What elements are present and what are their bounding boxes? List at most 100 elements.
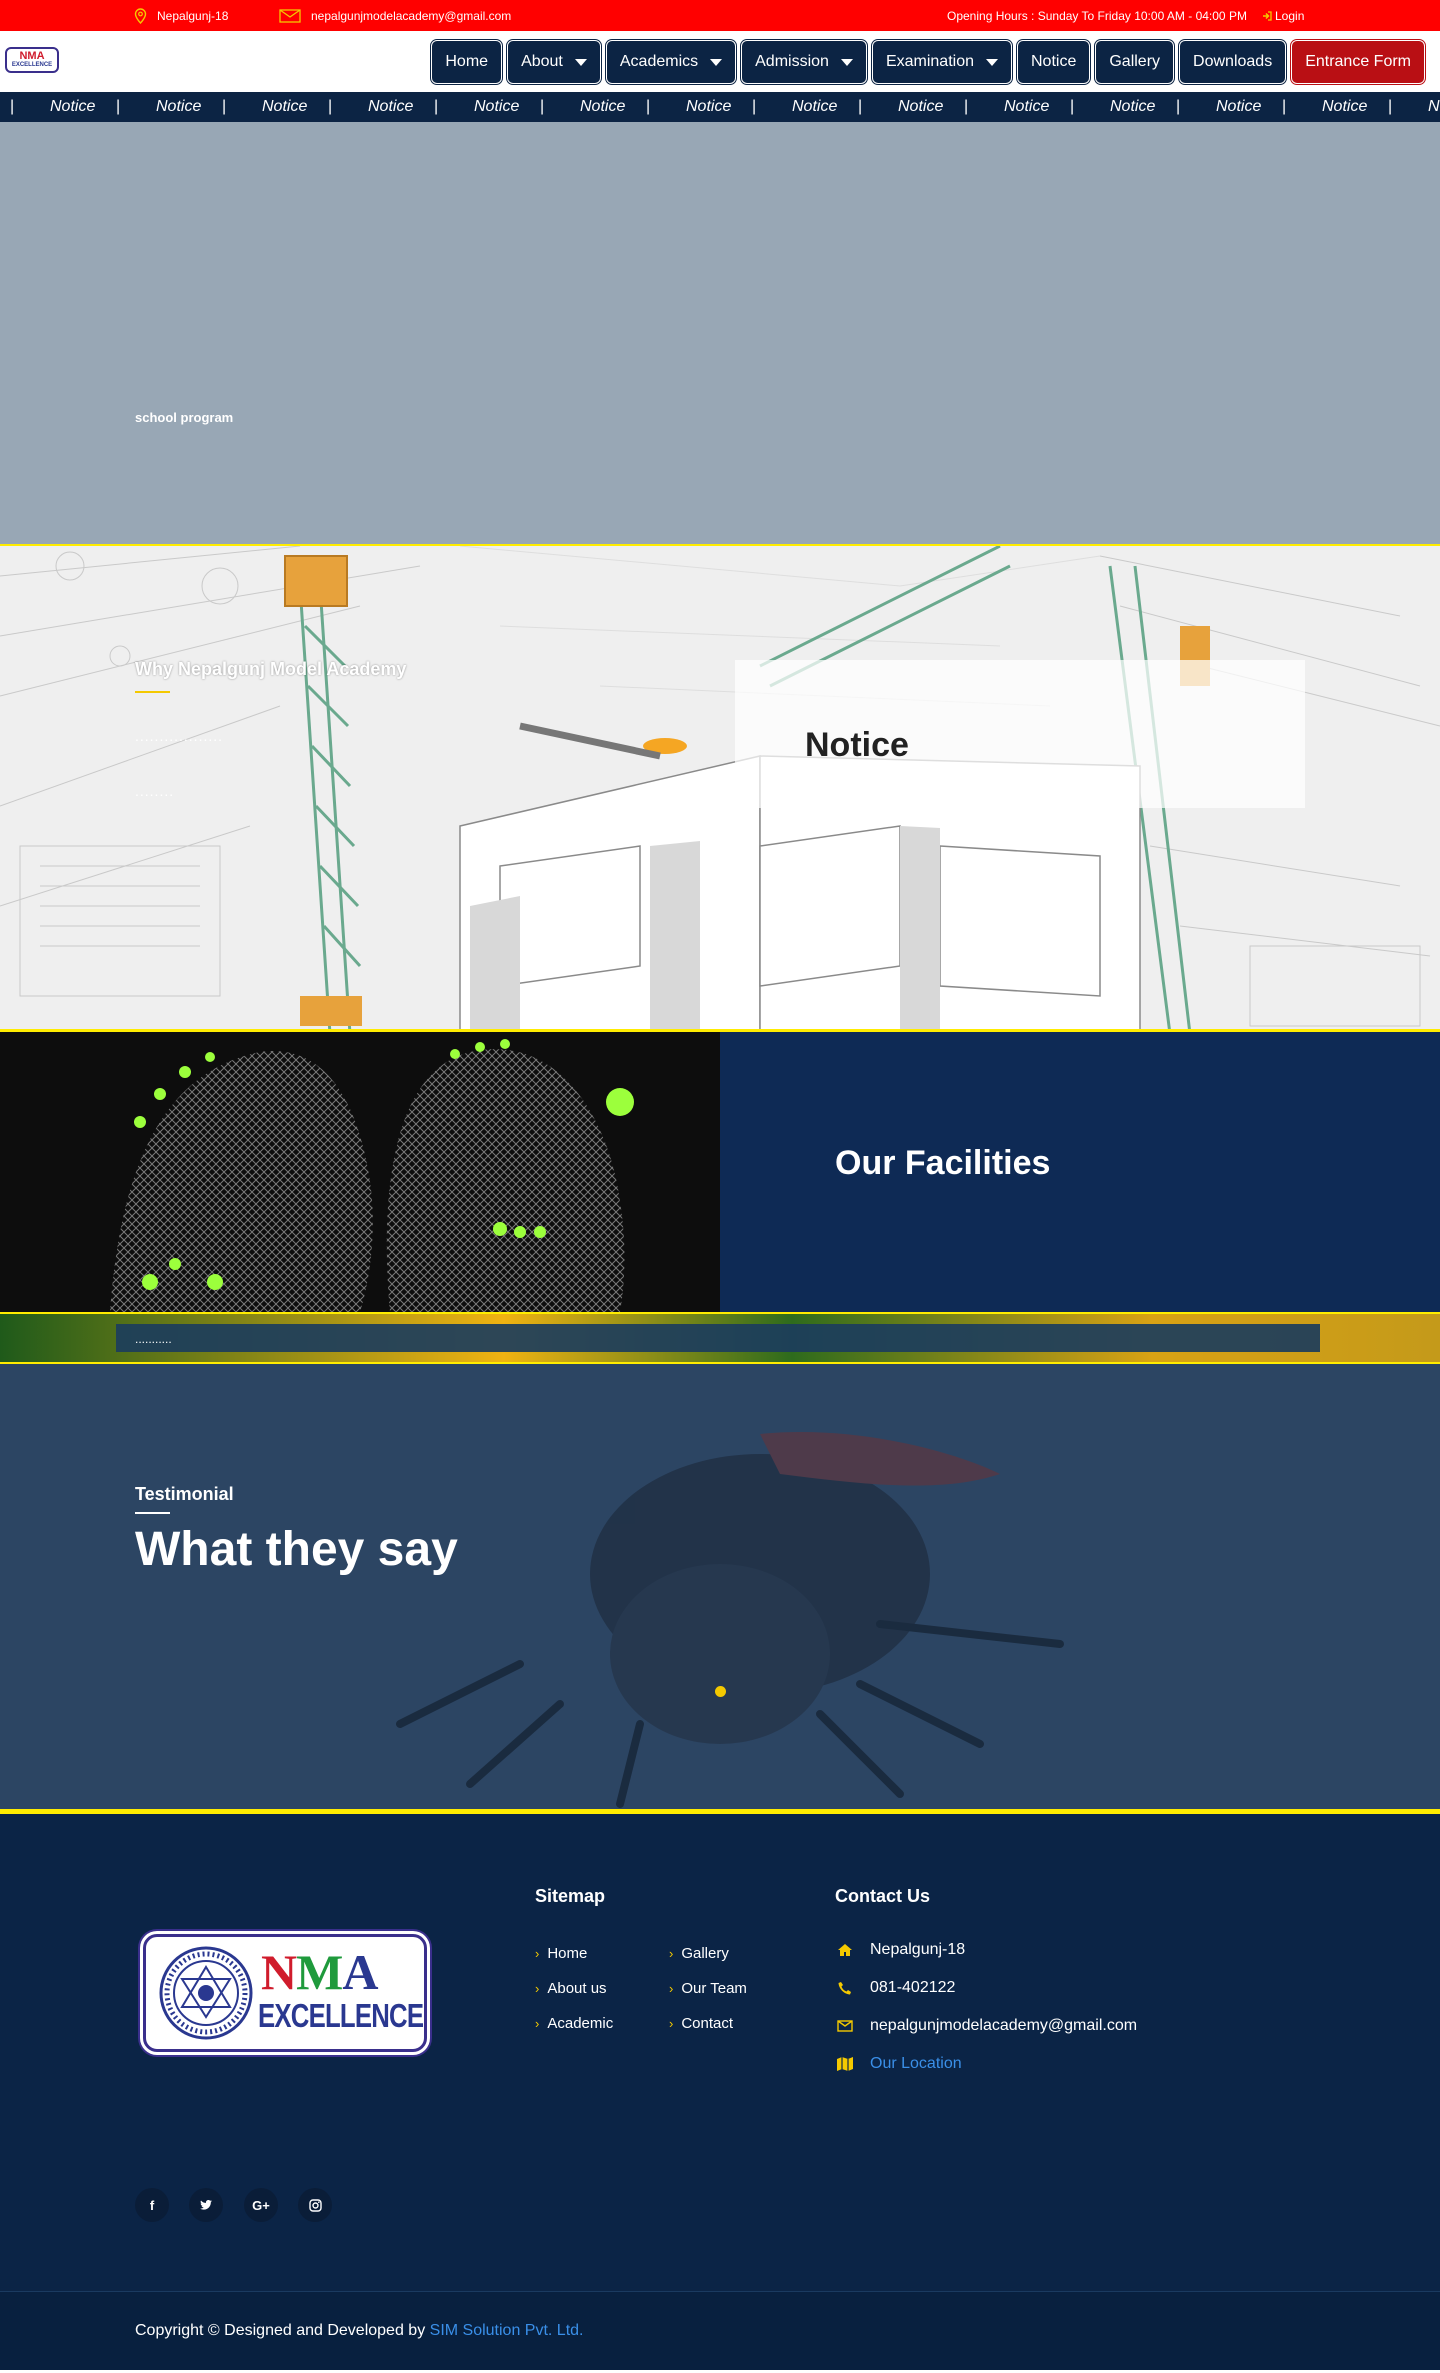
marquee-item[interactable]: | Notice (646, 98, 752, 116)
marquee-separator: | (434, 98, 439, 115)
facilities-image (0, 1032, 720, 1312)
logo-letter: M (296, 1944, 343, 2000)
contact-phone-text: 081-402122 (870, 1979, 956, 1996)
marquee-separator: | (752, 98, 757, 115)
facebook-icon[interactable]: f (135, 2188, 169, 2222)
marquee-item-label: Notice (792, 98, 838, 115)
our-location-link: Our Location (870, 2055, 962, 2072)
nav-downloads[interactable]: Downloads (1179, 40, 1287, 84)
notice-panel: Notice (735, 660, 1305, 808)
marquee-item[interactable]: | Notice (1070, 98, 1176, 116)
marquee-item[interactable]: | Notice (964, 98, 1070, 116)
marquee-item-label: Notice (1004, 98, 1050, 115)
contact-address-text: Nepalgunj-18 (870, 1941, 966, 1958)
marquee-item-label: Notice (156, 98, 202, 115)
google-plus-icon[interactable]: G+ (244, 2188, 278, 2222)
testimonial-background (0, 1364, 1440, 1809)
school-seal-icon (159, 1946, 253, 2040)
nav-examination[interactable]: Examination (871, 40, 1012, 84)
marquee-item[interactable]: | Notice (752, 98, 858, 116)
footer-link-academic[interactable]: › Academic (535, 2015, 613, 2032)
location-text: Nepalgunj-18 (157, 8, 229, 23)
footer-link-contact[interactable]: › Contact (669, 2015, 733, 2032)
instagram-icon[interactable] (298, 2188, 332, 2222)
why-text: .................. (135, 728, 224, 744)
marquee-item[interactable]: | Notice (10, 98, 116, 116)
footer-link-label: Home (547, 1945, 588, 1962)
strip-overlay (116, 1324, 1320, 1352)
footer-logo: NMA EXCELLENCE (143, 1934, 427, 2052)
twitter-icon[interactable] (189, 2188, 223, 2222)
marquee-separator: | (964, 98, 969, 115)
marquee-item[interactable]: | Notice (858, 98, 964, 116)
marquee-item[interactable]: | Notice (116, 98, 222, 116)
footer-link-home[interactable]: › Home (535, 1945, 587, 1962)
chevron-right-icon: › (669, 1946, 674, 1961)
nav-gallery[interactable]: Gallery (1095, 40, 1175, 84)
chevron-right-icon: › (535, 1981, 540, 1996)
marquee-item-label: Notice (368, 98, 414, 115)
logo-letter: N (261, 1944, 297, 2000)
caret-down-icon (710, 58, 723, 66)
banner-strip: ........... (0, 1312, 1440, 1364)
marquee-item[interactable]: | Notice (328, 98, 434, 116)
chevron-right-icon: › (669, 1981, 674, 1996)
email-text: nepalgunjmodelacademy@gmail.com (311, 8, 512, 23)
login-link[interactable]: Login (1262, 0, 1304, 31)
marquee-separator: | (10, 98, 15, 115)
marquee-item[interactable]: | Notice (222, 98, 328, 116)
logo-text: NMA (19, 50, 45, 62)
opening-hours: Opening Hours : Sunday To Friday 10:00 A… (947, 8, 1247, 23)
home-icon (835, 1943, 855, 1957)
chevron-right-icon: › (535, 2016, 540, 2031)
nav-admission[interactable]: Admission (741, 40, 867, 84)
carousel-dot[interactable] (715, 1686, 726, 1697)
marquee-item-label: Notice (1322, 98, 1368, 115)
developer-link[interactable]: SIM Solution Pvt. Ltd. (430, 2322, 584, 2339)
marquee-item-label: Notice (898, 98, 944, 115)
marquee-item[interactable]: | Notice (540, 98, 646, 116)
entrance-form-button[interactable]: Entrance Form (1291, 40, 1425, 84)
caret-down-icon (985, 58, 998, 66)
strip-text: ........... (135, 1332, 172, 1346)
nav-gallery-label: Gallery (1109, 53, 1161, 70)
footer-link-gallery[interactable]: › Gallery (669, 1945, 729, 1962)
marquee-item[interactable]: | N (1388, 98, 1440, 116)
footer-link-team[interactable]: › Our Team (669, 1980, 747, 1997)
contact-phone[interactable]: 081-402122 (835, 1979, 955, 1997)
marquee-item[interactable]: | Notice (1176, 98, 1282, 116)
marquee-item[interactable]: | Notice (434, 98, 540, 116)
email-info[interactable]: nepalgunjmodelacademy@gmail.com (279, 0, 511, 31)
footer-link-about[interactable]: › About us (535, 1980, 607, 1997)
footer-link-label: Gallery (681, 1945, 729, 1962)
logo-subtext: EXCELLENCE (11, 62, 53, 68)
facebook-glyph: f (149, 2197, 155, 2213)
contact-address: Nepalgunj-18 (835, 1941, 965, 1959)
notice-title: Notice (805, 726, 909, 764)
testimonial-underline (135, 1512, 170, 1514)
testimonial-section: Testimonial What they say (0, 1364, 1440, 1814)
map-icon (835, 2056, 855, 2072)
hero-caption: school program (135, 410, 234, 425)
marquee-item[interactable]: | Notice (1282, 98, 1388, 116)
nav-home[interactable]: Home (431, 40, 503, 84)
nav-notice[interactable]: Notice (1016, 40, 1091, 84)
title-underline (135, 691, 170, 693)
contact-location[interactable]: Our Location (835, 2055, 962, 2073)
footer-logo-text: NMA (261, 1944, 378, 2000)
chevron-right-icon: › (669, 2016, 674, 2031)
footer-link-label: Our Team (681, 1980, 747, 1997)
contact-email[interactable]: nepalgunjmodelacademy@gmail.com (835, 2017, 1137, 2035)
nav-examination-label: Examination (885, 53, 974, 70)
nav-about-label: About (521, 53, 563, 70)
envelope-icon (279, 8, 301, 23)
marquee-item-label: N (1428, 98, 1440, 115)
site-logo[interactable]: NMA EXCELLENCE (5, 47, 59, 73)
why-notice-section: Why Nepalgunj Model Academy ............… (0, 544, 1440, 1032)
nav-home-label: Home (445, 53, 489, 70)
nav-about[interactable]: About (507, 40, 601, 84)
marquee-separator: | (1282, 98, 1287, 115)
marquee-separator: | (540, 98, 545, 115)
marquee-separator: | (1388, 98, 1393, 115)
nav-academics[interactable]: Academics (605, 40, 737, 84)
